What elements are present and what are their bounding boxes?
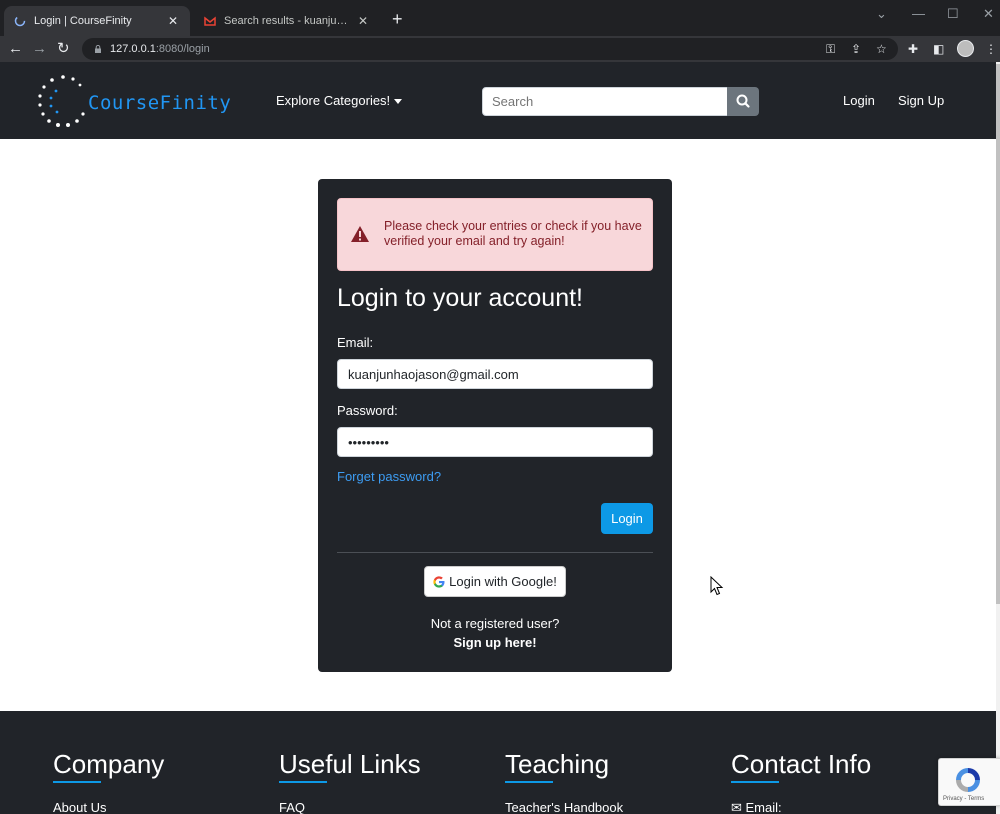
login-with-google-button[interactable]: Login with Google! [424, 566, 566, 597]
footer-link-about-us[interactable]: About Us [53, 800, 164, 814]
heading-underline [731, 781, 779, 783]
footer-link-teachers-handbook[interactable]: Teacher's Handbook [505, 800, 623, 814]
share-icon[interactable]: ⇪ [851, 41, 861, 57]
signup-here-link[interactable]: Sign up here! [318, 635, 672, 650]
profile-avatar[interactable] [957, 40, 974, 57]
search-button[interactable] [727, 87, 759, 116]
more-menu-icon[interactable]: ⋮ [985, 41, 997, 57]
close-tab-icon[interactable]: ✕ [356, 14, 370, 28]
url-path: :8080/login [155, 43, 210, 55]
footer-column-contact-info: Contact Info ✉ Email: [731, 749, 871, 814]
browser-toolbar: ← → ↻ 127.0.0.1:8080/login ⚿ ⇪ ☆ ✚ ◧ ⋮ [0, 36, 1000, 62]
page-scrollbar-thumb[interactable] [996, 64, 1000, 604]
address-bar[interactable]: 127.0.0.1:8080/login [82, 38, 898, 60]
forward-icon[interactable]: → [32, 40, 47, 58]
site-navbar: CourseFinity Explore Categories! Login S… [0, 62, 996, 139]
explore-categories-dropdown[interactable]: Explore Categories! [276, 93, 403, 108]
tab-title: Login | CourseFinity [34, 15, 132, 27]
forgot-password-link[interactable]: Forget password? [337, 469, 441, 484]
reload-icon[interactable]: ↻ [57, 40, 70, 58]
back-icon[interactable]: ← [8, 40, 23, 58]
caret-down-icon [394, 99, 403, 105]
url-host: 127.0.0.1 [110, 43, 156, 55]
tab-gmail-search[interactable]: Search results - kuanjunhaojason ✕ [194, 6, 380, 36]
key-icon[interactable]: ⚿ [826, 41, 835, 57]
nav-signup-link[interactable]: Sign Up [898, 93, 944, 108]
footer-column-company: Company About Us [53, 749, 164, 814]
recaptcha-icon [956, 768, 980, 792]
google-icon [433, 575, 445, 588]
recaptcha-badge[interactable]: Privacy - Terms [938, 758, 1000, 806]
gmail-icon [204, 16, 216, 26]
recaptcha-legal-text[interactable]: Privacy - Terms [943, 796, 984, 802]
new-tab-button[interactable]: + [392, 10, 403, 28]
bookmark-star-icon[interactable]: ☆ [876, 41, 887, 57]
password-label: Password: [337, 403, 398, 418]
mouse-cursor-icon [710, 576, 724, 596]
minimize-icon[interactable]: — [912, 6, 925, 21]
site-footer: Company About Us Useful Links FAQ Teachi… [0, 711, 996, 814]
footer-column-teaching: Teaching Teacher's Handbook [505, 749, 623, 814]
coursefinity-logo-icon[interactable] [38, 74, 88, 128]
extensions-puzzle-icon[interactable]: ✚ [908, 41, 918, 57]
tab-login-coursefinity[interactable]: Login | CourseFinity ✕ [4, 6, 190, 36]
login-card: Please check your entries or check if yo… [318, 179, 672, 672]
close-window-icon[interactable]: ✕ [983, 6, 994, 22]
warning-triangle-icon [351, 226, 369, 242]
loading-spinner-icon [14, 15, 26, 27]
footer-heading: Teaching [505, 749, 610, 779]
footer-email-item: ✉ Email: [731, 800, 871, 814]
side-panel-icon[interactable]: ◧ [933, 41, 944, 57]
password-field[interactable] [337, 427, 653, 457]
footer-link-faq[interactable]: FAQ [279, 800, 421, 814]
envelope-icon: ✉ [731, 800, 746, 814]
close-tab-icon[interactable]: ✕ [166, 14, 180, 28]
lock-icon [95, 45, 101, 53]
footer-column-useful-links: Useful Links FAQ [279, 749, 421, 814]
nav-login-link[interactable]: Login [843, 93, 875, 108]
google-button-label: Login with Google! [449, 574, 557, 589]
browser-tab-bar: Login | CourseFinity ✕ Search results - … [0, 0, 1000, 36]
footer-heading: Contact Info [731, 749, 872, 779]
heading-underline [53, 781, 101, 783]
login-heading: Login to your account! [337, 284, 583, 312]
not-registered-text: Not a registered user? [430, 616, 560, 631]
email-field[interactable] [337, 359, 653, 389]
alert-message: Please check your entries or check if yo… [384, 219, 642, 248]
footer-heading: Company [53, 749, 165, 779]
tab-title: Search results - kuanjunhaojason [224, 15, 352, 27]
tab-search-icon[interactable]: ⌄ [876, 6, 887, 22]
site-logo-text[interactable]: CourseFinity [88, 92, 231, 114]
heading-underline [505, 781, 553, 783]
maximize-icon[interactable]: ☐ [947, 6, 959, 22]
error-alert: Please check your entries or check if yo… [337, 198, 653, 271]
login-button[interactable]: Login [601, 503, 653, 534]
explore-label: Explore Categories! [276, 93, 391, 108]
search-icon [736, 94, 750, 108]
form-divider [337, 552, 653, 553]
footer-email-label: Email: [745, 800, 782, 814]
email-label: Email: [337, 335, 374, 350]
heading-underline [279, 781, 327, 783]
footer-heading: Useful Links [279, 749, 421, 779]
search-input[interactable] [482, 87, 728, 116]
